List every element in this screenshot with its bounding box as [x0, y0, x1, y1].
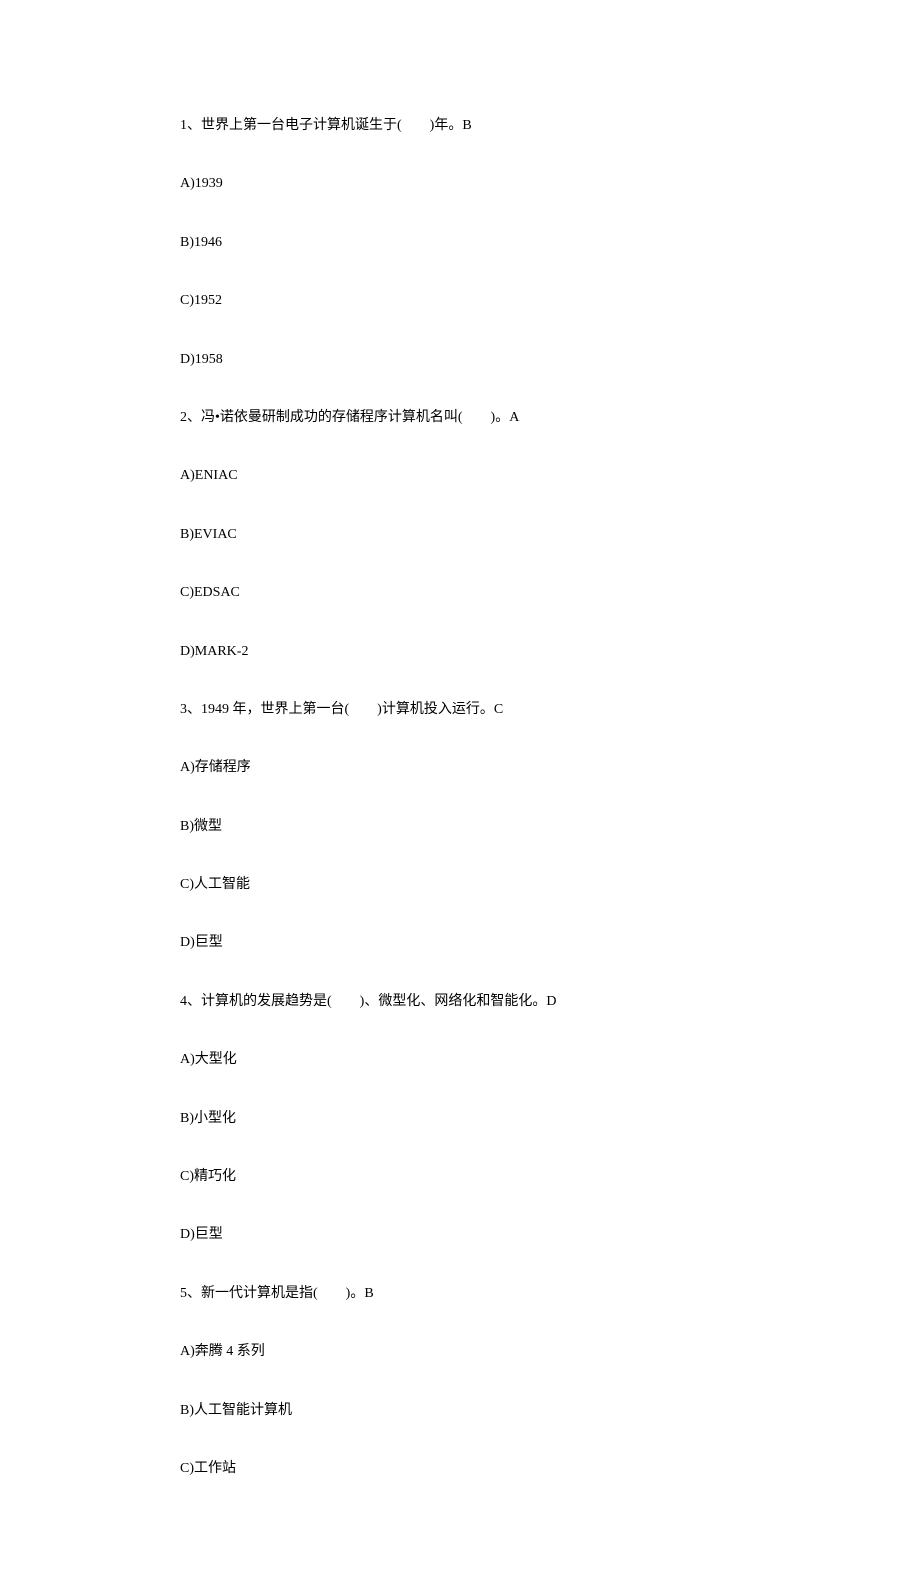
question-option: D)1958 — [180, 349, 740, 371]
question-option: B)人工智能计算机 — [180, 1400, 740, 1422]
question-option: C)精巧化 — [180, 1166, 740, 1188]
question-option: D)巨型 — [180, 1224, 740, 1246]
question-option: B)小型化 — [180, 1108, 740, 1130]
question-stem: 4、计算机的发展趋势是( )、微型化、网络化和智能化。D — [180, 991, 740, 1013]
question-option: C)1952 — [180, 290, 740, 312]
question-option: C)EDSAC — [180, 582, 740, 604]
document-content: 1、世界上第一台电子计算机诞生于( )年。B A)1939 B)1946 C)1… — [0, 0, 920, 1576]
question-option: B)1946 — [180, 232, 740, 254]
question-option: C)工作站 — [180, 1458, 740, 1480]
question-option: A)奔腾 4 系列 — [180, 1341, 740, 1363]
question-option: C)人工智能 — [180, 874, 740, 896]
question-option: A)存储程序 — [180, 757, 740, 779]
question-stem: 3、1949 年，世界上第一台( )计算机投入运行。C — [180, 699, 740, 721]
question-option: D)巨型 — [180, 932, 740, 954]
question-stem: 1、世界上第一台电子计算机诞生于( )年。B — [180, 115, 740, 137]
question-option: B)EVIAC — [180, 524, 740, 546]
question-option: A)1939 — [180, 173, 740, 195]
question-option: D)MARK-2 — [180, 641, 740, 663]
question-option: A)ENIAC — [180, 465, 740, 487]
question-option: A)大型化 — [180, 1049, 740, 1071]
question-stem: 2、冯•诺依曼研制成功的存储程序计算机名叫( )。A — [180, 407, 740, 429]
question-option: B)微型 — [180, 816, 740, 838]
